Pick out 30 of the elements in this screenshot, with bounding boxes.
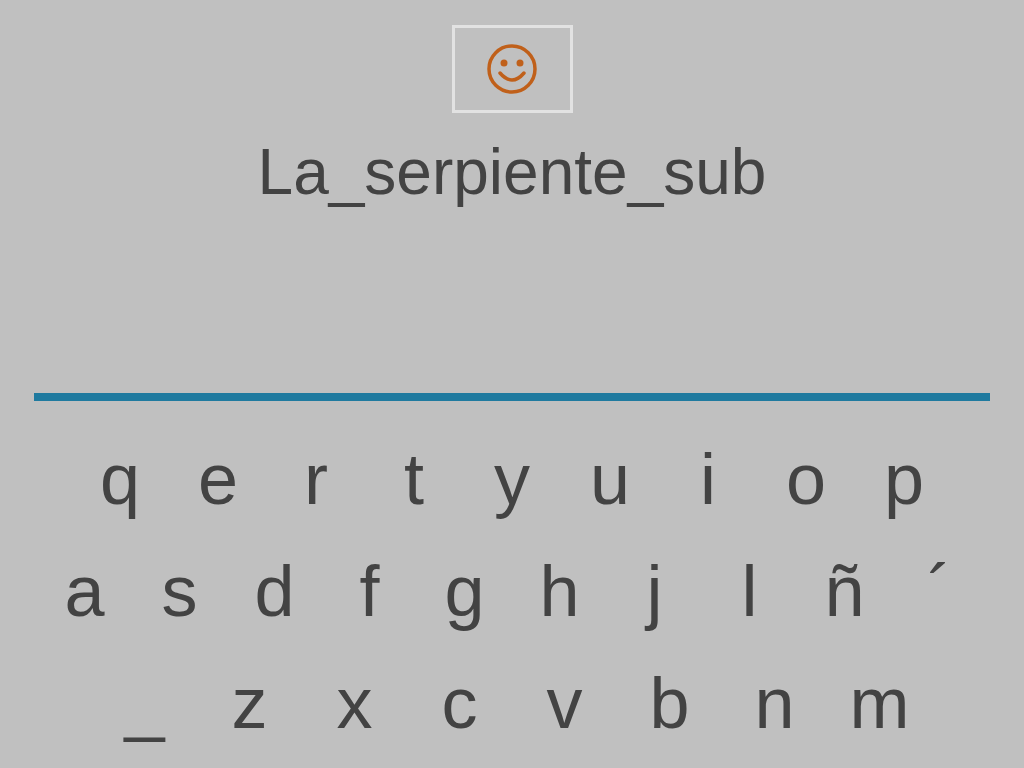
letter-key[interactable]: u (561, 429, 659, 529)
smiley-button[interactable] (451, 25, 573, 113)
letter-key[interactable]: v (512, 653, 617, 753)
letter-key[interactable]: d (227, 541, 322, 641)
letter-key[interactable]: b (617, 653, 722, 753)
letter-key[interactable]: t (365, 429, 463, 529)
letter-key[interactable]: q (71, 429, 169, 529)
letter-key[interactable]: ´ (892, 541, 987, 641)
letter-key[interactable]: f (322, 541, 417, 641)
letter-key[interactable]: ñ (797, 541, 892, 641)
letter-key[interactable]: s (132, 541, 227, 641)
letter-key[interactable]: e (169, 429, 267, 529)
letter-key[interactable]: j (607, 541, 702, 641)
letter-key[interactable]: y (463, 429, 561, 529)
smiley-icon (486, 43, 538, 95)
letter-key[interactable]: n (722, 653, 827, 753)
letter-key[interactable]: z (197, 653, 302, 753)
letter-key[interactable]: _ (92, 653, 197, 753)
letter-key[interactable]: m (827, 653, 932, 753)
letter-key[interactable]: x (302, 653, 407, 753)
letter-key[interactable]: c (407, 653, 512, 753)
letter-key[interactable]: l (702, 541, 797, 641)
answer-text: La_serpiente_sub (256, 135, 768, 210)
letter-key[interactable]: p (855, 429, 953, 529)
letter-key[interactable]: a (37, 541, 132, 641)
letter-key[interactable]: o (757, 429, 855, 529)
letter-key[interactable]: r (267, 429, 365, 529)
letter-key[interactable]: g (417, 541, 512, 641)
letter-key[interactable]: i (659, 429, 757, 529)
letter-key[interactable]: h (512, 541, 607, 641)
